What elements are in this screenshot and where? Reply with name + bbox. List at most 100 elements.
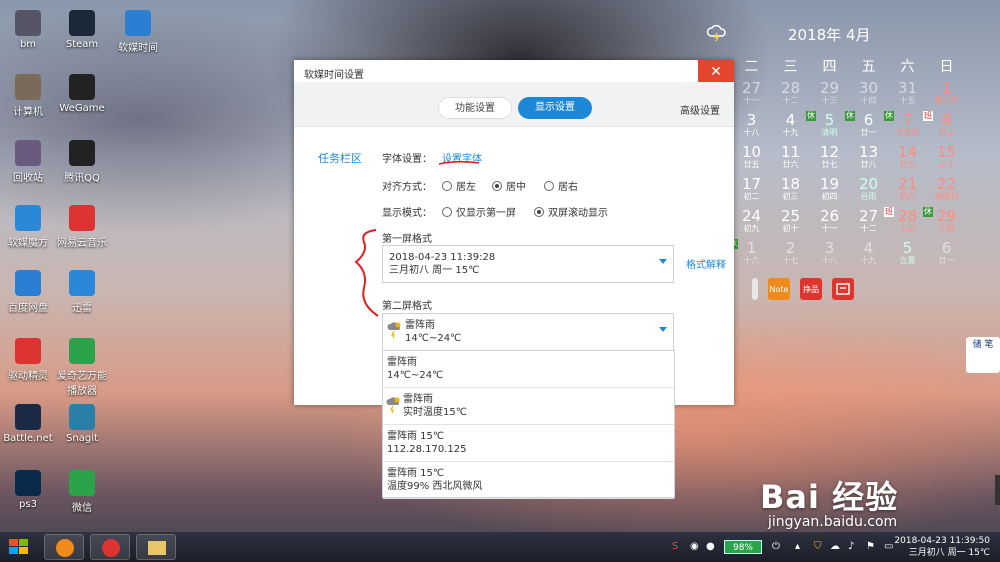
note-tile[interactable]: Note: [768, 278, 790, 300]
calendar-day[interactable]: 30 十四: [849, 80, 888, 105]
dual-screen-radio[interactable]: 双屏滚动显示: [534, 204, 608, 219]
calendar-day[interactable]: 18 初三: [771, 176, 810, 201]
taskbar-music-button[interactable]: [90, 534, 130, 560]
side-notes-widget[interactable]: 储 笔: [966, 337, 1000, 373]
calendar-day[interactable]: 20 谷雨: [849, 176, 888, 201]
calendar-day[interactable]: 10 廿五: [732, 144, 771, 169]
desktop-icon[interactable]: 计算机: [0, 74, 56, 118]
align-right-text: 居右: [558, 182, 578, 193]
desktop-icon[interactable]: 爱奇艺万能播放器: [54, 338, 110, 397]
shield-icon[interactable]: ⛉: [814, 541, 826, 553]
cloud-icon[interactable]: ☁: [830, 541, 842, 553]
calendar-day[interactable]: 29 十三: [810, 80, 849, 105]
format-help-link[interactable]: 格式解释: [686, 256, 726, 271]
calendar-day[interactable]: 25 初十: [771, 208, 810, 233]
align-right-radio[interactable]: 居右: [544, 178, 578, 193]
calendar-day[interactable]: 休1十六: [728, 239, 771, 265]
desktop-icon[interactable]: ps3: [0, 470, 56, 510]
sidebar-item-taskbar[interactable]: 任务栏区: [318, 150, 362, 166]
calendar-day[interactable]: 27 十一: [732, 80, 771, 105]
second-screen-format-select[interactable]: 雷阵雨 14℃~24℃: [382, 313, 674, 351]
chevron-down-icon[interactable]: [659, 259, 667, 264]
calendar-day[interactable]: 3 十八: [732, 112, 771, 137]
calendar-day[interactable]: 24 初九: [732, 208, 771, 233]
battery-indicator[interactable]: 98%: [724, 540, 762, 554]
edge-handle[interactable]: [995, 475, 1000, 505]
radio-circle[interactable]: [442, 181, 452, 191]
calendar-day[interactable]: 休 6 廿一: [845, 111, 888, 137]
calendar-day[interactable]: 6 廿一: [927, 240, 966, 265]
calendar-day[interactable]: 3 十八: [810, 240, 849, 265]
calendar-day[interactable]: 13 廿八: [849, 144, 888, 169]
calendar-day[interactable]: 4 十九: [771, 112, 810, 137]
tray-expand-icon[interactable]: ▴: [795, 541, 807, 553]
taskbar-clock[interactable]: 2018-04-23 11:39:50 三月初八 周一 15℃: [894, 535, 990, 559]
weather-cloud-icon[interactable]: [706, 22, 728, 42]
close-button[interactable]: ✕: [698, 60, 734, 84]
radio-circle[interactable]: [442, 207, 452, 217]
chevron-down-icon[interactable]: [659, 327, 667, 332]
calendar-day[interactable]: 休 29 十四: [923, 207, 966, 233]
calendar-day[interactable]: 1 愚人节: [927, 80, 966, 105]
sogou-icon[interactable]: S: [672, 541, 684, 553]
desktop-icon[interactable]: 软媒魔方: [0, 205, 56, 249]
calendar-day[interactable]: 11 廿六: [771, 144, 810, 169]
dark-circle-icon[interactable]: ●: [706, 541, 718, 553]
taskbar-explorer-button[interactable]: [136, 534, 176, 560]
desktop-icon[interactable]: 网易云音乐: [54, 205, 110, 249]
desktop-icon[interactable]: WeGame: [54, 74, 110, 114]
calendar-day[interactable]: 19 初四: [810, 176, 849, 201]
shop-tile[interactable]: 挣品: [800, 278, 822, 300]
desktop-icon[interactable]: 百度网盘: [0, 270, 56, 314]
desktop-icon[interactable]: 回收站: [0, 140, 56, 184]
desktop-icon[interactable]: Steam: [54, 10, 110, 50]
dropdown-option[interactable]: 雷阵雨 15℃ 112.28.170.125: [383, 425, 674, 462]
volume-icon[interactable]: ♪: [848, 541, 860, 553]
desktop-icon[interactable]: Battle.net: [0, 404, 56, 444]
calendar-day[interactable]: 休 7 卫生日: [884, 111, 927, 137]
tile-edge[interactable]: [752, 278, 758, 300]
desktop-icon[interactable]: 微信: [54, 470, 110, 514]
radio-circle[interactable]: [492, 181, 502, 191]
calendar-day[interactable]: 14 廿九: [888, 144, 927, 169]
calendar-day[interactable]: 31 十五: [888, 80, 927, 105]
desktop-icon[interactable]: 驱动精灵: [0, 338, 56, 382]
calendar-day[interactable]: 休 5 清明: [806, 111, 849, 137]
power-icon[interactable]: ⏻: [772, 541, 784, 553]
desktop-icon[interactable]: 迅雷: [54, 270, 110, 314]
calendar-day[interactable]: 5 立夏: [888, 240, 927, 265]
radio-circle[interactable]: [544, 181, 554, 191]
first-screen-format-select[interactable]: 2018-04-23 11:39:28 三月初八 周一 15℃: [382, 245, 674, 283]
calendar-day[interactable]: 28 十二: [771, 80, 810, 105]
desktop-icon[interactable]: Snagit: [54, 404, 110, 444]
dropdown-option[interactable]: 雷阵雨 14℃~24℃: [383, 351, 674, 388]
desktop-icon[interactable]: 软媒时间: [110, 10, 166, 54]
calendar-day[interactable]: 21 初六: [888, 176, 927, 201]
windows-start-icon[interactable]: [0, 532, 38, 562]
flag-icon[interactable]: ⚑: [866, 541, 878, 553]
single-screen-radio[interactable]: 仅显示第一屏: [442, 204, 516, 219]
calendar-day[interactable]: 4 十九: [849, 240, 888, 265]
tab-advanced-settings[interactable]: 高级设置: [680, 102, 720, 117]
calendar-day[interactable]: 班 28 十三: [884, 207, 927, 233]
calendar-day[interactable]: 17 初二: [732, 176, 771, 201]
tab-function-settings[interactable]: 功能设置: [438, 97, 512, 119]
desktop-icon[interactable]: 腾讯QQ: [54, 140, 110, 184]
calendar-day[interactable]: 2 十七: [771, 240, 810, 265]
calendar-day[interactable]: 22 地球日: [927, 176, 966, 201]
calendar-day[interactable]: 15 三十: [927, 144, 966, 169]
calendar-day[interactable]: 班 8 廿三: [923, 111, 966, 137]
align-left-radio[interactable]: 居左: [442, 178, 476, 193]
taskbar-browser-button[interactable]: [44, 534, 84, 560]
calendar-day[interactable]: 12 廿七: [810, 144, 849, 169]
dropdown-option[interactable]: 雷阵雨 15℃ 温度99% 西北风微风: [383, 462, 674, 499]
dropdown-option[interactable]: 雷阵雨 实时温度15℃: [383, 388, 674, 425]
calendar-day[interactable]: 27 十二: [849, 208, 888, 233]
desktop-icon[interactable]: bm: [0, 10, 56, 50]
calendar-day[interactable]: 26 十一: [810, 208, 849, 233]
align-center-radio[interactable]: 居中: [492, 178, 526, 193]
box-tile[interactable]: [832, 278, 854, 300]
netease-tray-icon[interactable]: ◉: [690, 541, 702, 553]
radio-circle[interactable]: [534, 207, 544, 217]
tab-display-settings[interactable]: 显示设置: [518, 97, 592, 119]
